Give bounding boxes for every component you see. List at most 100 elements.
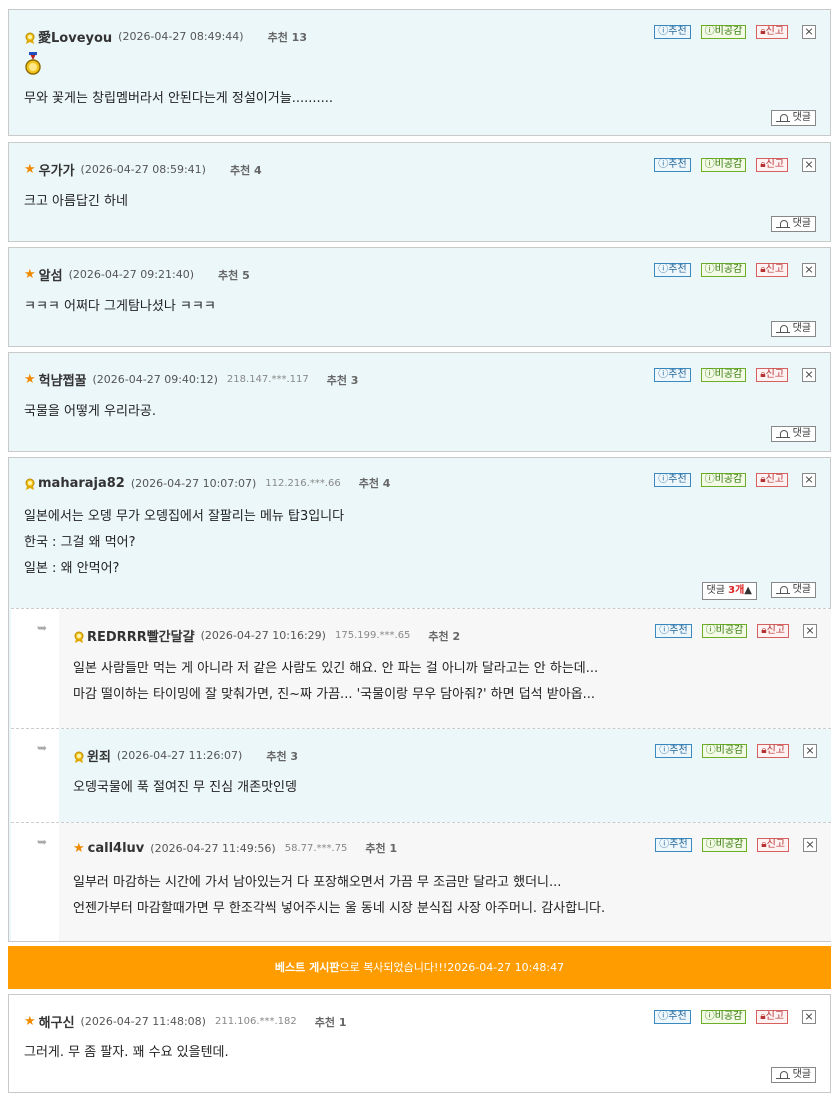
comment-header: 愛Loveyou (2026-04-27 08:49:44) 추천 13	[24, 27, 307, 46]
recommend-button[interactable]: ⓘ추천	[654, 473, 691, 487]
recommend-button[interactable]: ⓘ추천	[654, 263, 691, 277]
recommend-button[interactable]: ⓘ추천	[654, 368, 691, 382]
recommend-count: 추천 1	[314, 1015, 347, 1029]
comment-author[interactable]: 윈죄	[87, 746, 111, 765]
recommend-button[interactable]: ⓘ추천	[655, 838, 692, 852]
recommend-button[interactable]: ⓘ추천	[655, 744, 692, 758]
comment-author[interactable]: 해구신	[39, 1012, 75, 1031]
recommend-button[interactable]: ⓘ추천	[654, 25, 691, 39]
disagree-button[interactable]: ⓘ비공감	[700, 263, 747, 277]
comment-actions: ⓘ추천 ⓘ비공감 🔒︎신고	[644, 473, 816, 487]
comment-body: 무와 꽃게는 창립멤버라서 안된다는게 정설이거늘..........	[24, 86, 333, 112]
disagree-button[interactable]: ⓘ비공감	[700, 25, 747, 39]
recommend-count: 추천 1	[365, 842, 398, 855]
reply-button[interactable]: 댓글	[770, 321, 816, 337]
report-button[interactable]: 🔒︎신고	[756, 25, 788, 39]
disagree-button[interactable]: ⓘ비공감	[701, 838, 748, 852]
comment-author[interactable]: 愛Loveyou	[38, 27, 112, 46]
reply-button[interactable]: 댓글	[770, 110, 816, 126]
comment-author[interactable]: REDRRR빨간달걀	[87, 626, 195, 645]
reply-comment: ➥ ★ call4luv (2026-04-27 11:49:56) 58.77…	[11, 822, 831, 941]
comment-header: ★ 헉냠쩝꿀 (2026-04-27 09:40:12) 218.147.***…	[24, 370, 358, 389]
disagree-button[interactable]: ⓘ비공감	[700, 158, 747, 172]
comment-author[interactable]: maharaja82	[38, 476, 125, 491]
report-button[interactable]: 🔒︎신고	[757, 744, 789, 758]
recommend-button[interactable]: ⓘ추천	[655, 624, 692, 638]
comment-actions: ⓘ추천 ⓘ비공감 🔒︎신고	[644, 1010, 816, 1024]
comment-body: 그러게. 무 좀 팔자. 꽤 수요 있을텐데.	[24, 1040, 229, 1066]
close-icon[interactable]	[802, 263, 816, 277]
best-board-link[interactable]: 베스트 게시판	[275, 961, 340, 974]
comment-actions: ⓘ추천 ⓘ비공감 🔒︎신고	[644, 368, 816, 382]
reply-arrow-icon: ➥	[37, 835, 48, 849]
comment-header: REDRRR빨간달걀 (2026-04-27 10:16:29) 175.199…	[73, 626, 460, 645]
star-icon: ★	[24, 267, 36, 282]
close-icon[interactable]	[803, 838, 817, 852]
comment-date: (2026-04-27 10:07:07)	[130, 476, 257, 490]
recommend-count: 추천 4	[358, 477, 391, 490]
comment-line: ㅋㅋㅋ 어쩌다 그게탐나셨나 ㅋㅋㅋ	[24, 299, 216, 314]
recommend-count: 추천 13	[267, 30, 307, 44]
comment: 愛Loveyou (2026-04-27 08:49:44) 추천 13 ⓘ추천…	[8, 9, 831, 136]
comment-ip: 218.147.***.117	[226, 374, 309, 385]
comment-ip: 175.199.***.65	[334, 630, 411, 641]
medal-icon	[25, 52, 41, 75]
report-button[interactable]: 🔒︎신고	[756, 263, 788, 277]
comment-header: ★ 우가가 (2026-04-27 08:59:41) 추천 4	[24, 160, 262, 179]
report-button[interactable]: 🔒︎신고	[756, 158, 788, 172]
recommend-button[interactable]: ⓘ추천	[654, 158, 691, 172]
comment: ★ 알섬 (2026-04-27 09:21:40) 추천 5 ⓘ추천 ⓘ비공감…	[8, 247, 831, 347]
disagree-button[interactable]: ⓘ비공감	[701, 624, 748, 638]
report-button[interactable]: 🔒︎신고	[757, 624, 789, 638]
comment-body: 크고 아름답긴 하네	[24, 189, 128, 215]
recommend-button[interactable]: ⓘ추천	[654, 1010, 691, 1024]
reply-count-toggle[interactable]: 댓글 3개▲	[701, 582, 757, 600]
triangle-up-icon: ▲	[744, 585, 752, 596]
comment-body: 일본에서는 오뎅 무가 오뎅집에서 잘팔리는 메뉴 탑3입니다 한국 : 그걸 …	[24, 504, 344, 582]
disagree-button[interactable]: ⓘ비공감	[700, 368, 747, 382]
comment-date: (2026-04-27 08:59:41)	[80, 163, 206, 176]
close-icon[interactable]	[803, 624, 817, 638]
reply-button[interactable]: 댓글	[770, 582, 816, 598]
disagree-button[interactable]: ⓘ비공감	[701, 744, 748, 758]
close-icon[interactable]	[802, 25, 816, 39]
star-icon: ★	[73, 840, 85, 856]
star-icon: ★	[24, 372, 36, 387]
comment-author[interactable]: 알섬	[39, 265, 63, 284]
report-button[interactable]: 🔒︎신고	[756, 1010, 788, 1024]
comment-line: 크고 아름답긴 하네	[24, 194, 128, 209]
comment-line: 일부러 마감하는 시간에 가서 남아있는거 다 포장해오면서 가끔 무 조금만 …	[73, 875, 562, 890]
rank-icon	[73, 631, 85, 643]
close-icon[interactable]	[802, 368, 816, 382]
report-button[interactable]: 🔒︎신고	[757, 838, 789, 852]
reply-button[interactable]: 댓글	[770, 216, 816, 232]
comment-date: (2026-04-27 08:49:44)	[118, 30, 244, 43]
comment-author[interactable]: 헉냠쩝꿀	[39, 370, 87, 389]
close-icon[interactable]	[802, 1010, 816, 1024]
recommend-count: 추천 2	[428, 629, 461, 643]
disagree-button[interactable]: ⓘ비공감	[700, 473, 747, 487]
reply-button[interactable]: 댓글	[770, 1067, 816, 1083]
comment-date: (2026-04-27 09:21:40)	[68, 268, 194, 281]
report-button[interactable]: 🔒︎신고	[756, 473, 788, 487]
comment-actions: ⓘ추천 ⓘ비공감 🔒︎신고	[644, 158, 816, 172]
reply-comment: ➥ REDRRR빨간달걀 (2026-04-27 10:16:29) 175.1…	[11, 608, 831, 728]
comment-author[interactable]: call4luv	[88, 841, 145, 856]
comment-actions: ⓘ추천 ⓘ비공감 🔒︎신고	[645, 624, 817, 638]
close-icon[interactable]	[802, 158, 816, 172]
comment-line: 일본 : 왜 안먹어?	[24, 561, 120, 576]
comment-header: ★ 알섬 (2026-04-27 09:21:40) 추천 5	[24, 265, 250, 284]
close-icon[interactable]	[803, 744, 817, 758]
comment-line: 마감 떨이하는 타이밍에 잘 맞춰가면, 진~짜 가끔... '국물이랑 무우 …	[73, 687, 596, 702]
comment-date: (2026-04-27 09:40:12)	[92, 373, 218, 386]
disagree-button[interactable]: ⓘ비공감	[700, 1010, 747, 1024]
reply-button[interactable]: 댓글	[770, 426, 816, 442]
rank-icon	[24, 32, 36, 44]
comment-author[interactable]: 우가가	[39, 160, 75, 179]
recommend-count: 추천 3	[326, 373, 359, 387]
star-icon: ★	[24, 1014, 36, 1029]
report-button[interactable]: 🔒︎신고	[756, 368, 788, 382]
reply-icon	[775, 586, 790, 594]
comment-body: 일부러 마감하는 시간에 가서 남아있는거 다 포장해오면서 가끔 무 조금만 …	[73, 870, 605, 922]
close-icon[interactable]	[802, 473, 816, 487]
